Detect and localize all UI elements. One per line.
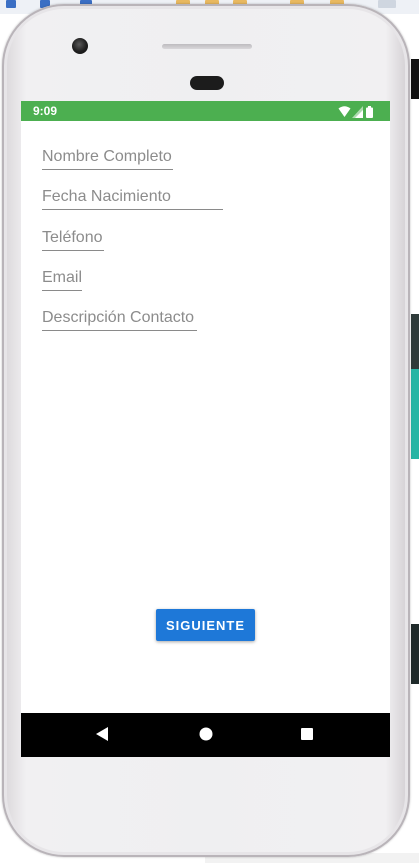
earpiece (190, 76, 224, 90)
speaker-grille (162, 44, 252, 49)
full-name-field[interactable]: Nombre Completo (42, 147, 173, 170)
emulator-window: 9:09 Nombre Completo Fecha Nacimiento Te… (0, 0, 419, 863)
status-icons (338, 105, 378, 118)
wifi-icon (338, 105, 351, 123)
next-button[interactable]: SIGUIENTE (156, 609, 255, 641)
phone-field[interactable]: Teléfono (42, 228, 104, 251)
birth-date-field[interactable]: Fecha Nacimiento (42, 187, 223, 210)
contact-description-field[interactable]: Descripción Contacto (42, 308, 197, 331)
navigation-bar (21, 713, 390, 757)
battery-icon (366, 105, 373, 123)
home-icon[interactable] (198, 726, 214, 747)
status-time: 9:09 (33, 104, 58, 118)
status-bar: 9:09 (21, 101, 390, 121)
phone-screen: 9:09 Nombre Completo Fecha Nacimiento Te… (21, 101, 390, 757)
email-field[interactable]: Email (42, 268, 82, 291)
back-icon[interactable] (95, 726, 109, 747)
signal-icon (352, 105, 363, 123)
recents-icon[interactable] (300, 726, 314, 747)
front-camera (72, 38, 88, 54)
